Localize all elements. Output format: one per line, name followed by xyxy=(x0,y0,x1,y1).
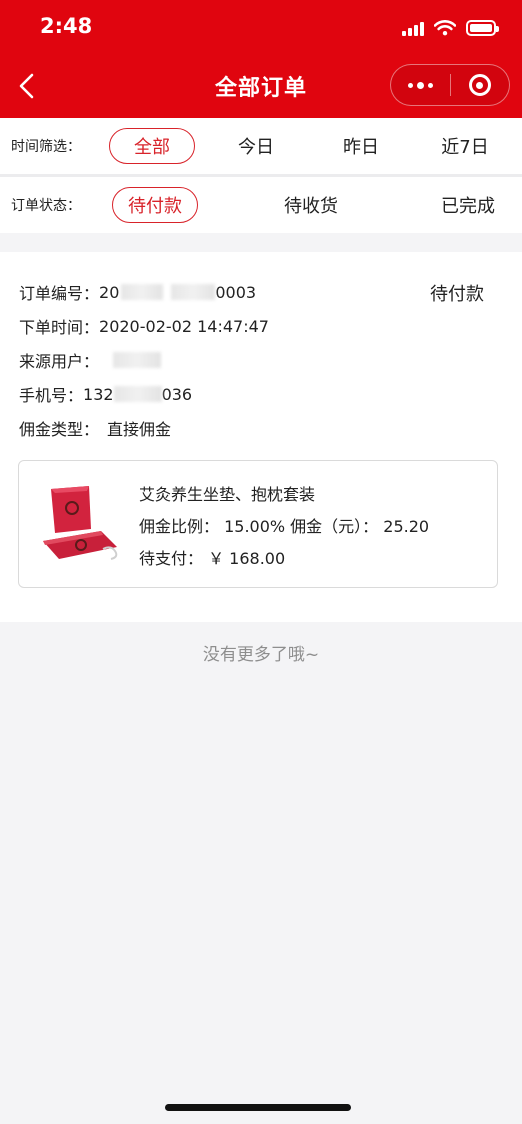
battery-icon xyxy=(466,20,499,36)
status-filter-pending-payment[interactable]: 待付款 xyxy=(112,187,198,223)
phone-suffix: 036 xyxy=(161,384,193,404)
redacted-block xyxy=(121,284,164,300)
commission-type-line: 佣金类型： 直接佣金 xyxy=(19,416,171,440)
time-filter-row: 时间筛选： 全部 今日 昨日 近7日 xyxy=(0,118,522,174)
order-number-prefix: 20 xyxy=(99,282,120,302)
commission-type-value: 直接佣金 xyxy=(107,420,172,439)
product-thumbnail xyxy=(43,486,118,560)
time-filter-7days[interactable]: 近7日 xyxy=(430,128,500,164)
home-indicator[interactable] xyxy=(165,1104,351,1111)
redacted-user-name xyxy=(113,352,162,368)
product-name: 艾灸养生坐垫、抱枕套装 xyxy=(139,485,316,504)
product-item[interactable]: 艾灸养生坐垫、抱枕套装 佣金比例： 15.00% 佣金（元）： 25.20 待支… xyxy=(18,460,498,588)
time-filter-today[interactable]: 今日 xyxy=(224,128,288,164)
target-icon xyxy=(468,74,491,96)
mini-program-capsule xyxy=(390,64,510,106)
source-user-label: 来源用户： xyxy=(19,352,100,371)
order-time-line: 下单时间： 2020-02-02 14:47:47 xyxy=(19,314,269,338)
time-filter-yesterday[interactable]: 昨日 xyxy=(329,128,393,164)
status-filter-row: 订单状态： 待付款 待收货 已完成 xyxy=(0,177,522,233)
top-bar: 2:48 全部订单 xyxy=(0,0,522,118)
source-user-line: 来源用户： xyxy=(19,348,162,372)
order-status: 待付款 xyxy=(430,284,484,305)
product-commission: 佣金比例： 15.00% 佣金（元）： 25.20 xyxy=(139,517,430,536)
phone-prefix: 132 xyxy=(83,384,114,404)
order-card[interactable]: 订单编号： 20 0003 待付款 下单时间： 2020-02-02 14:47… xyxy=(0,252,522,622)
phone-label: 手机号： xyxy=(19,386,84,405)
commission-type-label: 佣金类型： xyxy=(19,420,100,439)
order-time-value: 2020-02-02 14:47:47 xyxy=(99,316,269,336)
redacted-block xyxy=(113,386,162,402)
order-number-label: 订单编号： xyxy=(19,284,100,303)
time-filter-label: 时间筛选： xyxy=(11,139,81,155)
wifi-icon xyxy=(434,20,456,36)
product-pay-amount: 待支付： ￥ 168.00 xyxy=(139,549,286,568)
no-more-text: 没有更多了哦~ xyxy=(202,645,320,665)
status-time: 2:48 xyxy=(40,14,93,38)
close-mini-program-button[interactable] xyxy=(451,65,510,105)
order-time-label: 下单时间： xyxy=(19,318,100,337)
order-number-line: 订单编号： 20 0003 xyxy=(19,280,256,304)
more-button[interactable] xyxy=(391,65,450,105)
status-icons xyxy=(402,18,499,38)
time-filter-all[interactable]: 全部 xyxy=(109,128,195,164)
status-filter-completed[interactable]: 已完成 xyxy=(427,187,509,223)
status-filter-label: 订单状态： xyxy=(11,198,81,214)
order-number-suffix: 0003 xyxy=(215,282,257,302)
signal-icon xyxy=(402,20,424,36)
redacted-block xyxy=(171,284,216,300)
phone-line: 手机号： 132 036 xyxy=(19,382,192,406)
status-filter-pending-receipt[interactable]: 待收货 xyxy=(270,187,352,223)
more-dots-icon xyxy=(407,81,433,89)
